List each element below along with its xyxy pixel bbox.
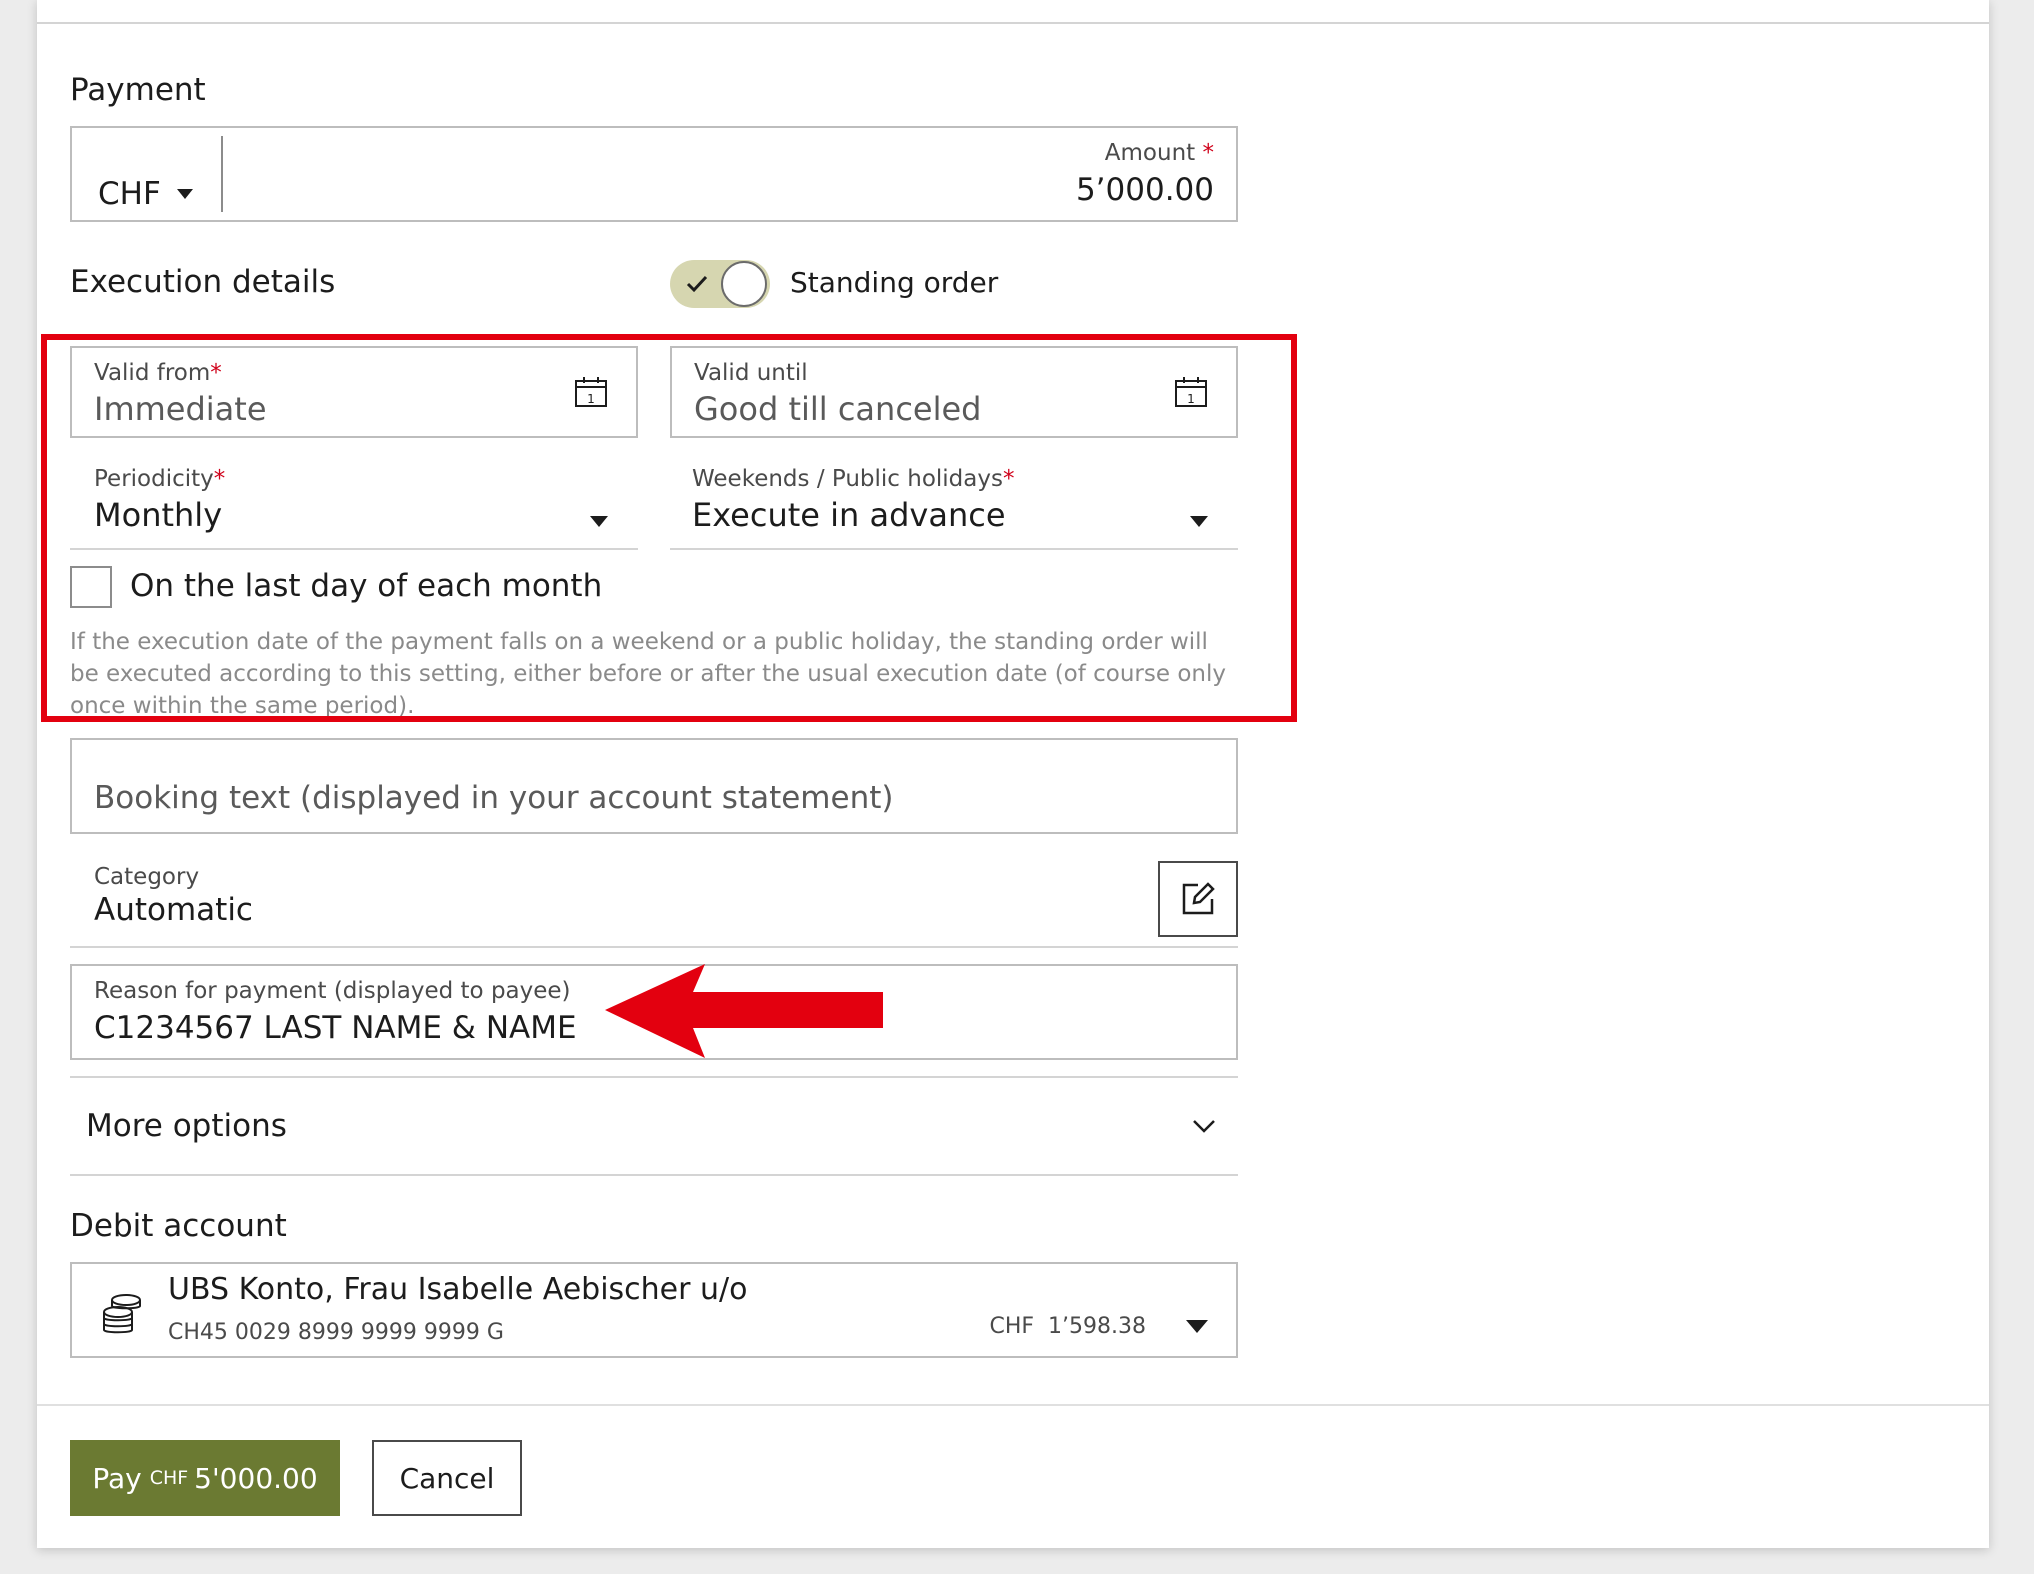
category-value: Automatic [94, 892, 253, 928]
debit-section-title: Debit account [70, 1208, 287, 1244]
more-options-row[interactable]: More options [70, 1076, 1238, 1176]
account-iban: CH45 0029 8999 9999 9999 G [168, 1320, 504, 1345]
category-field: Category Automatic [70, 860, 1238, 948]
caret-down-icon [176, 189, 193, 199]
amount-value[interactable]: 5’000.00 [1076, 172, 1214, 208]
amount-label: Amount * [1104, 140, 1214, 166]
execution-section-title: Execution details [70, 264, 336, 300]
more-options-top-divider [70, 1076, 1238, 1078]
payment-form-card: Payment CHF Amount * 5’000.00 Execution … [37, 0, 1989, 1548]
top-divider [37, 22, 1989, 24]
chevron-down-icon [1193, 1120, 1215, 1133]
currency-value: CHF [98, 176, 161, 212]
pay-button-amount: 5'000.00 [194, 1461, 318, 1495]
account-balance: CHF 1’598.38 [989, 1314, 1146, 1339]
cancel-button[interactable]: Cancel [372, 1440, 522, 1516]
pay-button-currency: CHF [149, 1467, 189, 1489]
pay-button-prefix: Pay [92, 1461, 142, 1495]
toggle-knob [721, 261, 767, 307]
check-icon [686, 275, 708, 293]
reason-label: Reason for payment (displayed to payee) [94, 978, 571, 1004]
currency-divider [221, 136, 223, 212]
standing-order-label: Standing order [790, 266, 999, 299]
account-name: UBS Konto, Frau Isabelle Aebischer u/o [168, 1272, 748, 1307]
reason-value: C1234567 LAST NAME & NAME [94, 1010, 577, 1046]
red-highlight-frame [41, 334, 1297, 722]
standing-order-toggle[interactable] [670, 260, 770, 308]
footer-divider [37, 1404, 1989, 1406]
category-underline [70, 946, 1238, 948]
more-options-label: More options [86, 1108, 287, 1144]
category-label: Category [94, 864, 200, 890]
payment-section-title: Payment [70, 72, 206, 108]
booking-text-field[interactable]: Booking text (displayed in your account … [70, 738, 1238, 834]
caret-down-icon [1186, 1320, 1208, 1333]
coins-icon [103, 1294, 141, 1334]
red-arrow-annotation [605, 964, 883, 1058]
edit-icon [1182, 882, 1215, 915]
booking-text-placeholder: Booking text (displayed in your account … [94, 780, 894, 816]
more-options-bottom-divider [70, 1174, 1238, 1176]
edit-category-button[interactable] [1158, 861, 1238, 937]
amount-field[interactable]: CHF Amount * 5’000.00 [70, 126, 1238, 222]
pay-button[interactable]: Pay CHF 5'000.00 [70, 1440, 340, 1516]
currency-select[interactable]: CHF [98, 176, 193, 212]
debit-account-select[interactable]: UBS Konto, Frau Isabelle Aebischer u/o C… [70, 1262, 1238, 1358]
